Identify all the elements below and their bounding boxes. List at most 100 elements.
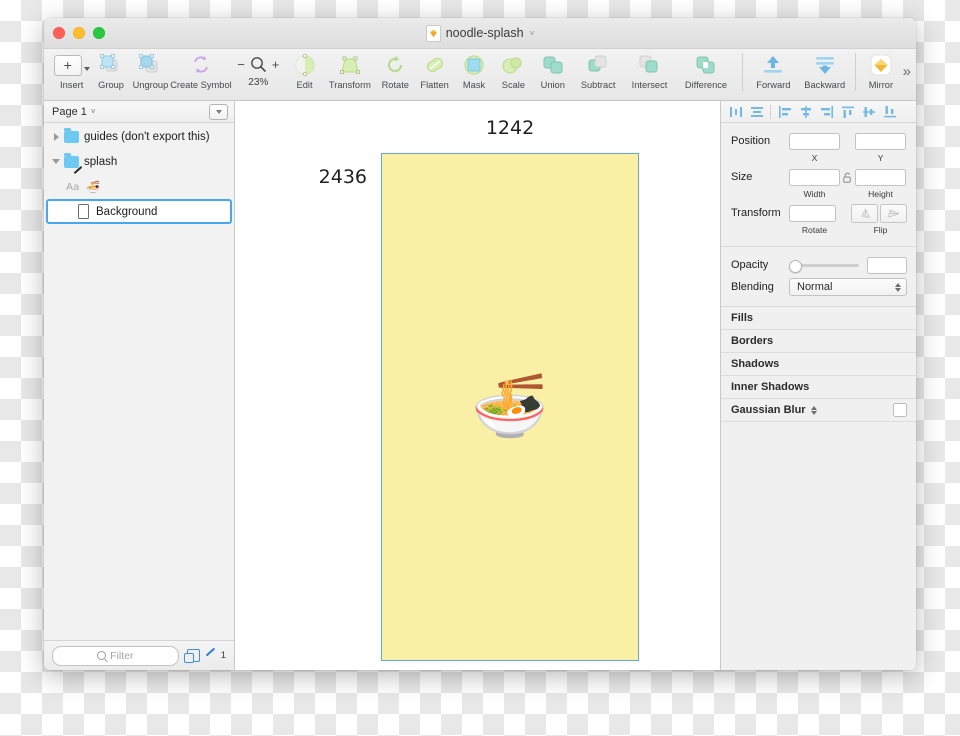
blending-select[interactable]: Normal — [789, 278, 907, 296]
shadows-section-header[interactable]: Shadows — [721, 353, 916, 376]
zoom-out-icon[interactable]: − — [237, 58, 245, 71]
blur-type-stepper-icon[interactable] — [810, 405, 817, 415]
align-top-icon[interactable] — [837, 103, 858, 121]
blending-value: Normal — [797, 281, 833, 293]
intersect-icon — [637, 52, 661, 78]
disclosure-collapsed-icon[interactable] — [48, 132, 64, 141]
fills-section-header[interactable]: Fills — [721, 307, 916, 330]
edit-button[interactable]: Edit — [285, 49, 324, 97]
page-selector-row[interactable]: Page 1 ˅ — [44, 101, 234, 123]
opacity-slider[interactable] — [789, 259, 859, 273]
group-icon — [99, 52, 123, 78]
distribute-horizontally-icon[interactable] — [725, 103, 746, 121]
minimize-button[interactable] — [73, 27, 85, 39]
subtract-button[interactable]: Subtract — [572, 49, 623, 97]
layer-row-text[interactable]: Aa 🍜 — [44, 174, 234, 199]
difference-button[interactable]: Difference — [675, 49, 737, 97]
window-body: Page 1 ˅ guides (don't export this) spla… — [44, 101, 916, 670]
toolbar-separator — [741, 53, 743, 91]
intersect-button[interactable]: Intersect — [624, 49, 675, 97]
rotate-input[interactable] — [789, 204, 836, 222]
page-options-button[interactable] — [209, 103, 228, 120]
canvas-area[interactable]: 1242 2436 🍜 — [235, 101, 720, 670]
opacity-input[interactable] — [867, 256, 907, 274]
layer-list: guides (don't export this) splash Aa 🍜 B… — [44, 123, 234, 640]
group-button[interactable]: Group — [91, 49, 130, 97]
align-center-icon[interactable] — [795, 103, 816, 121]
traffic-light-buttons — [53, 27, 105, 39]
distribute-vertically-icon[interactable] — [746, 103, 767, 121]
insert-button[interactable]: + Insert — [52, 49, 91, 97]
align-middle-icon[interactable] — [858, 103, 879, 121]
layer-label: splash — [84, 155, 118, 168]
blur-enabled-checkbox[interactable] — [893, 403, 907, 417]
footer-icons: 1 — [184, 649, 226, 663]
artboard-splash[interactable]: 🍜 — [381, 153, 639, 661]
title-chevron-icon[interactable]: ˅ — [530, 29, 535, 38]
opacity-slider-knob[interactable] — [789, 259, 802, 273]
document-title: noodle-splash — [445, 26, 524, 40]
mirror-button[interactable]: Mirror — [861, 49, 900, 97]
zoom-control[interactable]: − + 23% — [232, 49, 285, 97]
union-button[interactable]: Union — [533, 49, 572, 97]
noodle-emoji[interactable]: 🍜 — [471, 376, 548, 438]
position-x-sublabel: X — [811, 153, 818, 163]
page-selector[interactable]: Page 1 ˅ — [52, 106, 96, 118]
size-height-input[interactable] — [855, 168, 906, 186]
layer-label: Background — [96, 205, 158, 218]
align-right-icon[interactable] — [816, 103, 837, 121]
inspector-panel: Position X Y Size Width Height Transform… — [720, 101, 916, 670]
sketch-document-icon — [425, 24, 441, 42]
ungroup-button[interactable]: Ungroup — [131, 49, 170, 97]
scale-button[interactable]: Scale — [494, 49, 533, 97]
borders-section-header[interactable]: Borders — [721, 330, 916, 353]
transform-sublabels: Rotate Flip — [721, 224, 916, 238]
pen-icon[interactable] — [204, 649, 217, 662]
blending-row: Blending Normal — [721, 276, 916, 298]
disclosure-expanded-icon[interactable] — [48, 159, 64, 164]
text-layer-icon: Aa — [66, 180, 80, 193]
transform-label: Transform — [328, 80, 371, 90]
flip-vertical-icon[interactable] — [880, 203, 907, 223]
blending-label: Blending — [731, 281, 774, 293]
position-x-input[interactable] — [789, 132, 840, 150]
backward-button[interactable]: Backward — [799, 49, 850, 97]
lock-open-icon[interactable] — [840, 172, 855, 183]
layer-count-badge: 1 — [220, 650, 226, 661]
fills-label: Fills — [731, 312, 754, 324]
transform-label: Transform — [731, 207, 781, 219]
magnifier-icon — [250, 56, 266, 72]
gaussian-blur-section-header[interactable]: Gaussian Blur — [721, 399, 916, 422]
size-width-input[interactable] — [789, 168, 840, 186]
filter-input[interactable]: Filter — [52, 645, 179, 666]
align-left-icon[interactable] — [774, 103, 795, 121]
transform-button[interactable]: Transform — [324, 49, 375, 97]
duplicate-icon[interactable] — [184, 649, 200, 663]
zoom-in-icon[interactable]: + — [272, 58, 280, 71]
gaussian-blur-label: Gaussian Blur — [731, 404, 806, 416]
layer-row-background[interactable]: Background — [46, 199, 232, 224]
flip-horizontal-icon[interactable] — [851, 203, 878, 223]
size-height-sublabel: Height — [868, 189, 893, 199]
zoom-percent-label[interactable]: 23% — [248, 77, 268, 88]
inner-shadows-section-header[interactable]: Inner Shadows — [721, 376, 916, 399]
toolbar-overflow-button[interactable]: » — [903, 63, 911, 80]
borders-label: Borders — [731, 335, 774, 347]
mask-label: Mask — [462, 80, 486, 90]
maximize-button[interactable] — [93, 27, 105, 39]
flatten-button[interactable]: Flatten — [415, 49, 454, 97]
rotate-label: Rotate — [381, 80, 409, 90]
forward-button[interactable]: Forward — [748, 49, 799, 97]
artboard-width-label: 1242 — [485, 117, 535, 139]
layer-row-splash[interactable]: splash — [44, 149, 234, 174]
size-width-sublabel: Width — [803, 189, 826, 199]
close-button[interactable] — [53, 27, 65, 39]
layer-row-guides[interactable]: guides (don't export this) — [44, 124, 234, 149]
align-bottom-icon[interactable] — [879, 103, 900, 121]
mirror-icon — [869, 52, 893, 78]
create-symbol-button[interactable]: Create Symbol — [170, 49, 232, 97]
position-y-input[interactable] — [855, 132, 906, 150]
main-toolbar: + Insert Group Ungroup Create Symbol − +… — [44, 49, 916, 101]
mask-button[interactable]: Mask — [454, 49, 493, 97]
rotate-button[interactable]: Rotate — [376, 49, 415, 97]
